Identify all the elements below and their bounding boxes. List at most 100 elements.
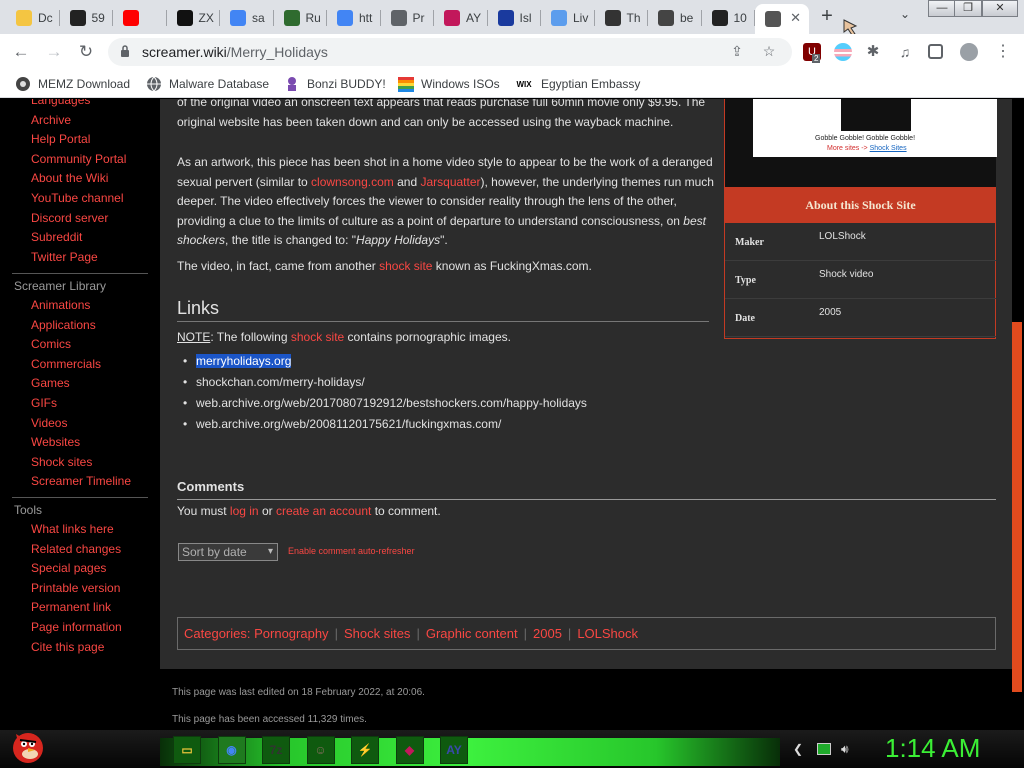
taskbar-app-button[interactable]: 7z [262,736,290,764]
bookmark-egyptian-embassy[interactable]: WIX Egyptian Embassy [514,76,640,92]
share-icon[interactable]: ⇪ [728,43,746,61]
category-link[interactable]: LOLShock [577,626,638,641]
browser-tab[interactable]: be [648,4,702,32]
browser-tab[interactable]: 10 [702,4,755,32]
sidebar-link[interactable]: About the Wiki [31,171,108,185]
external-link[interactable]: merryholidays.org [183,354,292,368]
last-edited-text: This page was last edited on 18 February… [172,687,425,698]
sidebar-link[interactable]: GIFs [31,396,57,410]
sidebar-link[interactable]: Comics [31,337,71,351]
browser-tab[interactable]: AY [434,4,488,32]
browser-tab[interactable]: sa [220,4,274,32]
back-arrow-icon[interactable]: ← [10,41,32,63]
sidebar-link[interactable]: Videos [31,416,67,430]
flag-extension-icon[interactable] [834,43,852,61]
taskbar-clock[interactable]: 1:14 AM [885,733,980,764]
link-clownsong[interactable]: clownsong.com [311,175,394,189]
browser-tab[interactable]: htt [327,4,381,32]
category-link[interactable]: Pornography [254,626,328,641]
minimize-button[interactable]: — [928,0,956,17]
side-panel-icon[interactable] [928,44,943,59]
sidebar-link[interactable]: Community Portal [31,152,126,166]
browser-tab[interactable]: Pr [381,4,434,32]
puzzle-extensions-icon[interactable]: ✱ [864,43,882,61]
browser-tab[interactable]: ZX [167,4,220,32]
category-link[interactable]: Graphic content [426,626,518,641]
bookmark-star-icon[interactable]: ☆ [760,43,778,61]
external-link[interactable]: web.archive.org/web/20081120175621/fucki… [183,417,501,431]
infobox-row: Maker LOLShock [725,223,996,261]
tray-arrow-icon[interactable]: ❮ [793,742,803,756]
sidebar-link[interactable]: Help Portal [31,132,90,146]
article-content: of the original video an onscreen text a… [160,99,1012,669]
angry-bird-start-icon[interactable] [8,726,48,766]
article-paragraph: of the original video an onscreen text a… [177,99,706,129]
sidebar-link[interactable]: Websites [31,435,80,449]
close-window-button[interactable]: ✕ [982,0,1018,17]
taskbar-app-button[interactable]: ▭ [173,736,201,764]
browser-tab[interactable] [113,4,167,32]
taskbar-app-button[interactable]: AY [440,736,468,764]
browser-tab[interactable]: Liv [541,4,595,32]
browser-tab[interactable]: Dc [6,4,60,32]
sidebar-link[interactable]: Shock sites [31,455,92,469]
menu-kebab-icon[interactable]: ⋮ [994,43,1012,61]
sidebar-link[interactable]: Printable version [31,581,120,595]
new-tab-button[interactable]: + [816,6,838,28]
sort-select[interactable]: Sort by date ▾ [178,543,278,561]
browser-tab[interactable]: Isl [488,4,541,32]
sidebar-link[interactable]: What links here [31,522,114,536]
link-shock-site[interactable]: shock site [379,259,432,273]
sidebar-link[interactable]: Applications [31,318,96,332]
login-link[interactable]: log in [230,504,259,518]
category-link[interactable]: 2005 [533,626,562,641]
browser-tab[interactable]: Th [595,4,648,32]
sidebar-link[interactable]: Archive [31,113,71,127]
link-jarsquatter[interactable]: Jarsquatter [420,175,480,189]
sidebar-link[interactable]: Discord server [31,211,108,225]
sidebar-link[interactable]: Permanent link [31,600,111,614]
bookmark-windows-isos[interactable]: Windows ISOs [398,76,500,92]
sidebar-link[interactable]: YouTube channel [31,191,124,205]
scrollbar-thumb[interactable] [1012,322,1022,692]
sidebar-link[interactable]: Commercials [31,357,101,371]
taskbar-app-button[interactable]: ◆ [395,736,424,764]
sidebar-link[interactable]: Special pages [31,561,106,575]
address-bar[interactable]: screamer.wiki/Merry_Holidays ⇪ ☆ [108,38,792,66]
sidebar-link[interactable]: Games [31,376,70,390]
forward-arrow-icon[interactable]: → [43,41,65,63]
volume-icon[interactable]: 🔊︎ [841,742,849,757]
reload-icon[interactable]: ↻ [75,41,97,63]
browser-tab[interactable]: 59 [60,4,113,32]
external-link[interactable]: web.archive.org/web/20170807192912/bests… [183,396,587,410]
network-icon[interactable] [817,743,831,755]
comments-heading: Comments [177,479,245,494]
browser-tab[interactable]: ✕ [755,4,809,34]
external-link[interactable]: shockchan.com/merry-holidays/ [183,375,365,389]
category-link[interactable]: Shock sites [344,626,410,641]
taskbar-app-button[interactable]: ☺ [306,736,335,764]
create-account-link[interactable]: create an account [276,504,371,518]
close-tab-icon[interactable]: ✕ [790,10,801,26]
taskbar-app-button[interactable]: ⚡ [351,736,379,764]
sidebar-link[interactable]: Animations [31,298,90,312]
browser-tab[interactable]: Ru [274,4,327,32]
maximize-button[interactable]: ❐ [954,0,982,17]
sidebar-link[interactable]: Languages [31,99,90,107]
sidebar-link[interactable]: Page information [31,620,122,634]
bookmark-bonzi-buddy[interactable]: Bonzi BUDDY! [284,76,386,92]
bookmark-memz[interactable]: MEMZ Download [15,76,130,92]
sidebar-link[interactable]: Subreddit [31,230,82,244]
tab-search-chevron-icon[interactable]: ⌄ [896,7,914,25]
sidebar-link[interactable]: Cite this page [31,640,104,654]
profile-avatar-icon[interactable] [960,43,978,61]
media-control-icon[interactable]: ♫ [896,43,914,61]
link-shock-site[interactable]: shock site [291,330,344,344]
bookmark-malware-database[interactable]: Malware Database [146,76,269,92]
sidebar-link[interactable]: Twitter Page [31,250,98,264]
sidebar-link[interactable]: Screamer Timeline [31,474,131,488]
infobox-row: Type Shock video [725,261,996,299]
auto-refresher-link[interactable]: Enable comment auto-refresher [288,546,415,556]
taskbar-app-button[interactable]: ◉ [217,736,246,764]
sidebar-link[interactable]: Related changes [31,542,121,556]
